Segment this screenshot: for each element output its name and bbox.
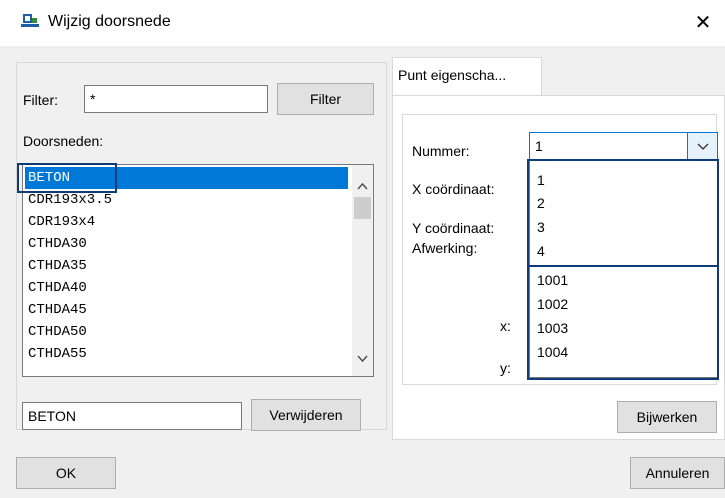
dropdown-option[interactable]: 1003 bbox=[532, 316, 716, 340]
dropdown-option[interactable]: 4 bbox=[532, 239, 716, 263]
dialog-body: Filter: * Filter Doorsneden: BETON CDR19… bbox=[0, 46, 725, 498]
dropdown-option[interactable]: 3 bbox=[532, 215, 716, 239]
x-coordinate-label: X coördinaat: bbox=[412, 181, 495, 197]
scroll-up-icon bbox=[357, 182, 368, 190]
window-title: Wijzig doorsnede bbox=[48, 13, 171, 30]
list-scrollbar[interactable] bbox=[352, 165, 373, 376]
list-item[interactable]: CTHDA50 bbox=[25, 321, 345, 343]
list-item[interactable]: CDR193x3.5 bbox=[25, 189, 345, 211]
section-listbox[interactable]: BETON CDR193x3.5 CDR193x4 CTHDA30 CTHDA3… bbox=[22, 164, 374, 377]
update-button[interactable]: Bijwerken bbox=[617, 401, 717, 433]
title-bar: Wijzig doorsnede ✕ bbox=[0, 0, 725, 46]
close-icon[interactable]: ✕ bbox=[686, 8, 720, 38]
filter-input[interactable]: * bbox=[84, 85, 268, 113]
dropdown-option[interactable]: 1 bbox=[532, 168, 716, 192]
scroll-down-icon bbox=[357, 355, 368, 363]
dropdown-option[interactable]: 2 bbox=[532, 191, 716, 215]
chevron-down-icon[interactable] bbox=[687, 133, 717, 159]
dropdown-option[interactable]: 1001 bbox=[532, 268, 716, 292]
delete-button[interactable]: Verwijderen bbox=[251, 399, 361, 431]
dropdown-option[interactable]: 1004 bbox=[532, 340, 716, 364]
finishing-label: Afwerking: bbox=[412, 240, 478, 256]
scroll-thumb bbox=[354, 197, 371, 219]
list-item[interactable]: CTHDA30 bbox=[25, 233, 345, 255]
number-dropdown-list: 1 2 3 4 1001 1002 1003 1004 bbox=[529, 160, 718, 378]
list-item[interactable]: CTHDA35 bbox=[25, 255, 345, 277]
dropdown-option[interactable]: 1002 bbox=[532, 292, 716, 316]
list-item[interactable]: CDR193x4 bbox=[25, 211, 345, 233]
number-label: Nummer: bbox=[412, 143, 470, 159]
x-offset-label: x: bbox=[500, 318, 511, 334]
tab-point-properties[interactable]: Punt eigenscha... bbox=[392, 57, 542, 96]
list-item[interactable]: CTHDA45 bbox=[25, 299, 345, 321]
ok-button[interactable]: OK bbox=[16, 457, 116, 489]
filter-button[interactable]: Filter bbox=[277, 83, 374, 115]
filter-label: Filter: bbox=[23, 92, 58, 108]
list-item[interactable]: CTHDA55 bbox=[25, 343, 345, 365]
selected-section-field[interactable]: BETON bbox=[22, 402, 242, 430]
y-offset-label: y: bbox=[500, 360, 511, 376]
y-coordinate-label: Y coördinaat: bbox=[412, 220, 495, 236]
list-item[interactable]: BETON bbox=[25, 167, 348, 189]
list-label: Doorsneden: bbox=[23, 133, 104, 149]
list-item[interactable]: CTHDA40 bbox=[25, 277, 345, 299]
app-icon bbox=[21, 14, 39, 30]
cancel-button[interactable]: Annuleren bbox=[630, 457, 725, 489]
